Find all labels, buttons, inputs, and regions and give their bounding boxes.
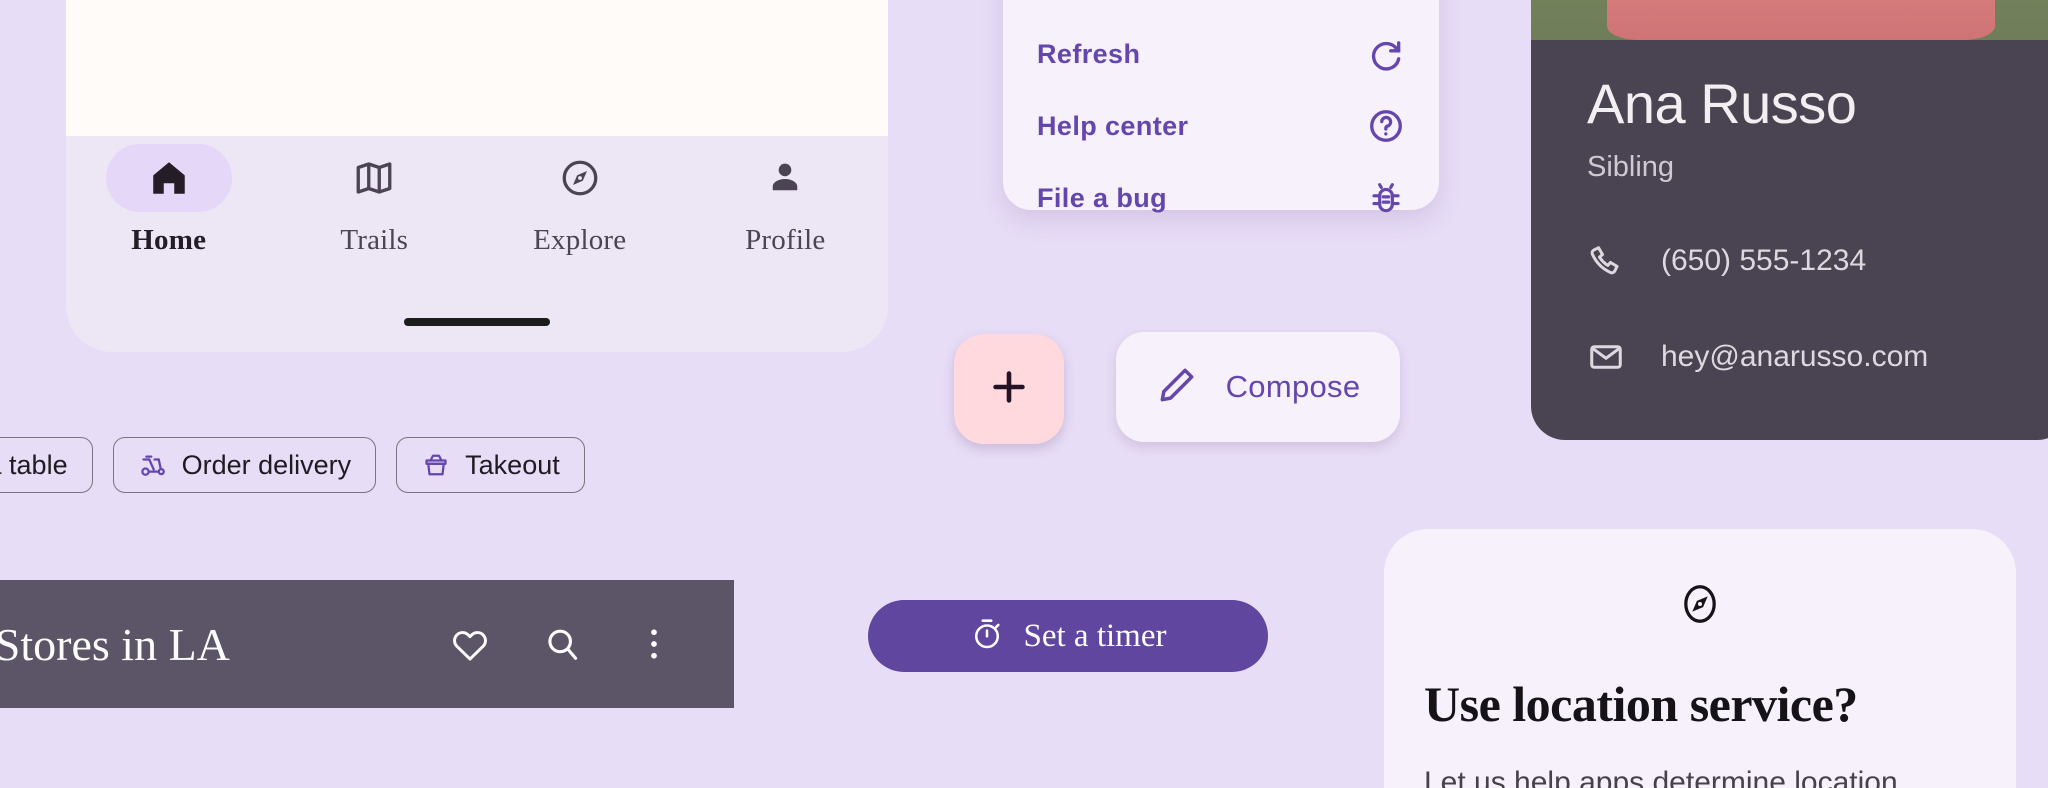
home-icon <box>148 157 190 199</box>
search-icon[interactable] <box>540 622 584 666</box>
contact-card: Ana Russo Sibling (650) 555-1234 hey@ana… <box>1531 0 2048 440</box>
favorite-icon[interactable] <box>448 622 492 666</box>
pencil-icon <box>1156 364 1198 411</box>
compass-icon <box>1424 581 1976 627</box>
takeout-bag-icon <box>421 450 451 480</box>
help-circle-icon <box>1367 107 1405 145</box>
location-card-body: Let us help apps determine location <box>1424 766 1898 788</box>
contact-name: Ana Russo <box>1587 72 1857 135</box>
nav-label-trails: Trails <box>340 224 409 256</box>
mail-icon <box>1587 338 1625 376</box>
menu-label-help-center: Help center <box>1037 110 1189 141</box>
nav-item-profile[interactable]: Profile <box>705 144 865 257</box>
chip-order-delivery[interactable]: Order delivery <box>112 437 377 493</box>
chip-label-order-delivery: Order delivery <box>181 449 352 480</box>
app-bar-actions <box>448 622 698 666</box>
nav-item-explore[interactable]: Explore <box>500 144 660 257</box>
compose-fab-label: Compose <box>1225 369 1361 404</box>
menu-label-file-a-bug: File a bug <box>1037 182 1168 213</box>
nav-sheet-content-area <box>66 0 888 136</box>
contact-photo-garment <box>1606 0 1996 40</box>
timer-icon <box>970 617 1004 656</box>
plus-icon <box>986 364 1032 415</box>
compose-fab[interactable]: Compose <box>1116 332 1400 442</box>
top-app-bar: Thrift Stores in LA <box>0 580 734 708</box>
refresh-icon <box>1367 35 1405 73</box>
nav-item-home[interactable]: Home <box>89 144 249 257</box>
bug-icon <box>1367 179 1405 217</box>
contact-phone-row[interactable]: (650) 555-1234 <box>1587 242 2015 280</box>
nav-label-home: Home <box>131 224 207 256</box>
add-fab[interactable] <box>954 334 1064 444</box>
location-permission-card: Use location service? Let us help apps d… <box>1384 529 2016 788</box>
more-vert-icon[interactable] <box>632 622 676 666</box>
menu-item-refresh[interactable]: Refresh <box>1037 18 1405 90</box>
chip-label-reserve-a-table: serve a table <box>0 449 68 480</box>
filter-chip-group: serve a table Order delivery <box>0 437 585 493</box>
set-a-timer-button[interactable]: Set a timer <box>868 600 1268 672</box>
contact-phone: (650) 555-1234 <box>1661 244 1867 278</box>
set-a-timer-label: Set a timer <box>1023 617 1167 654</box>
menu-item-help-center[interactable]: Help center <box>1037 90 1405 162</box>
phone-icon <box>1587 242 1625 280</box>
nav-item-trails[interactable]: Trails <box>294 144 454 257</box>
home-indicator <box>404 318 550 326</box>
moped-icon <box>138 450 168 480</box>
bottom-navigation-bar: Home Trails Explore Profile <box>66 144 888 257</box>
compass-icon <box>559 157 601 199</box>
overflow-menu: Refresh Help center File a bug <box>1003 0 1439 213</box>
chip-reserve-a-table[interactable]: serve a table <box>0 437 93 493</box>
nav-pill-trails <box>311 144 437 212</box>
contact-email: hey@anarusso.com <box>1661 340 1929 374</box>
bottom-navigation-panel: Home Trails Explore Profile <box>66 0 888 352</box>
contact-email-row[interactable]: hey@anarusso.com <box>1587 338 2015 376</box>
nav-pill-profile <box>722 144 848 212</box>
location-card-title: Use location service? <box>1424 676 1858 732</box>
contact-relation: Sibling <box>1587 151 1675 184</box>
nav-pill-explore <box>517 144 643 212</box>
app-bar-title: Thrift Stores in LA <box>0 618 230 670</box>
menu-item-file-a-bug[interactable]: File a bug <box>1037 162 1405 234</box>
nav-label-profile: Profile <box>745 224 826 256</box>
chip-label-takeout: Takeout <box>465 449 560 480</box>
screen-root: Home Trails Explore Profile Refresh Help… <box>0 0 2048 788</box>
map-icon <box>353 157 395 199</box>
person-icon <box>764 157 806 199</box>
menu-label-refresh: Refresh <box>1037 38 1141 69</box>
nav-active-indicator <box>105 144 232 212</box>
contact-photo <box>1531 0 2048 40</box>
nav-label-explore: Explore <box>533 224 627 256</box>
chip-takeout[interactable]: Takeout <box>396 437 585 493</box>
contact-details: Ana Russo Sibling (650) 555-1234 hey@ana… <box>1531 40 2048 440</box>
